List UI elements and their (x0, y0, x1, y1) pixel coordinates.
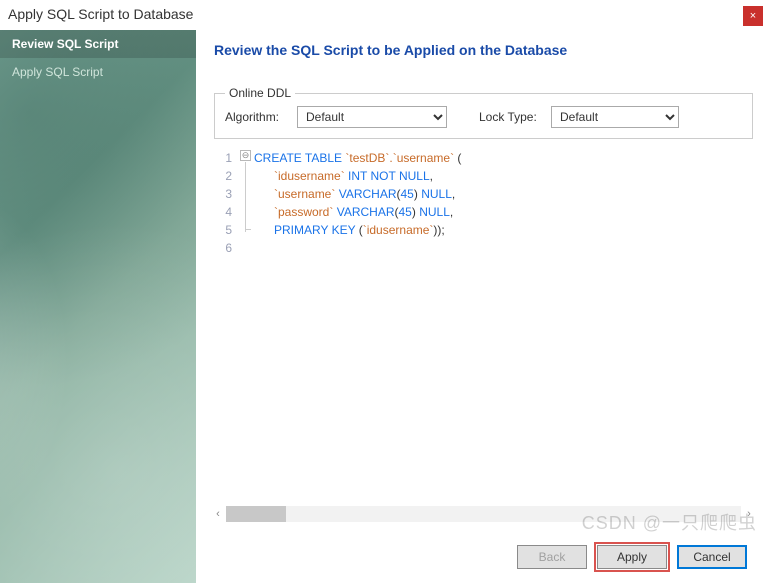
code-token: `idusername` (363, 223, 434, 237)
fold-end (245, 229, 251, 230)
sql-editor[interactable]: 123456 ⊖ CREATE TABLE `testDB`.`username… (214, 149, 753, 257)
online-ddl-legend: Online DDL (225, 86, 295, 100)
code-line: PRIMARY KEY (`idusername`)); (254, 221, 753, 239)
close-button[interactable]: × (743, 6, 763, 26)
cancel-button[interactable]: Cancel (677, 545, 747, 569)
sidebar-item-label: Review SQL Script (12, 37, 118, 51)
code-token: 45 (399, 205, 412, 219)
code-token: `idusername` (274, 169, 345, 183)
line-number: 6 (214, 239, 232, 257)
code-token: )); (433, 223, 444, 237)
fold-toggle-icon[interactable]: ⊖ (240, 150, 251, 161)
algorithm-label: Algorithm: (225, 110, 287, 124)
code-line (254, 239, 753, 257)
code-token: VARCHAR (339, 187, 397, 201)
code-token: VARCHAR (337, 205, 395, 219)
scroll-left-arrow-icon[interactable]: ‹ (210, 506, 226, 522)
fold-gutter: ⊖ (238, 149, 254, 257)
code-token: INT NOT NULL (348, 169, 430, 183)
sidebar-item-apply-sql[interactable]: Apply SQL Script (0, 58, 196, 86)
code-line: `idusername` INT NOT NULL, (254, 167, 753, 185)
code-token: `username` (274, 187, 335, 201)
code-token: ( (454, 151, 461, 165)
code-token: , (452, 187, 455, 201)
back-button: Back (517, 545, 587, 569)
code-token: ( (355, 223, 362, 237)
code-line: CREATE TABLE `testDB`.`username` ( (254, 149, 753, 167)
window-title: Apply SQL Script to Database (8, 6, 193, 22)
code-token: PRIMARY KEY (274, 223, 355, 237)
scroll-track[interactable] (226, 506, 741, 522)
scroll-right-arrow-icon[interactable]: › (741, 506, 757, 522)
sidebar-item-label: Apply SQL Script (12, 65, 103, 79)
sidebar-item-review-sql[interactable]: Review SQL Script (0, 30, 196, 58)
apply-button[interactable]: Apply (597, 545, 667, 569)
line-number: 3 (214, 185, 232, 203)
code-token: , (430, 169, 433, 183)
locktype-select[interactable]: Default (551, 106, 679, 128)
code-token: `password` (274, 205, 333, 219)
online-ddl-fieldset: Online DDL Algorithm: Default Lock Type:… (214, 86, 753, 139)
line-number: 5 (214, 221, 232, 239)
code-token: , (450, 205, 453, 219)
line-number: 1 (214, 149, 232, 167)
fold-line (245, 162, 246, 232)
code-token: CREATE TABLE (254, 151, 342, 165)
page-title: Review the SQL Script to be Applied on t… (214, 42, 753, 58)
code-content[interactable]: CREATE TABLE `testDB`.`username` (`iduse… (254, 149, 753, 257)
line-number-gutter: 123456 (214, 149, 238, 257)
scroll-thumb[interactable] (226, 506, 286, 522)
line-number: 4 (214, 203, 232, 221)
code-line: `password` VARCHAR(45) NULL, (254, 203, 753, 221)
code-line: `username` VARCHAR(45) NULL, (254, 185, 753, 203)
line-number: 2 (214, 167, 232, 185)
locktype-label: Lock Type: (479, 110, 541, 124)
code-token: `testDB`.`username` (345, 151, 454, 165)
code-token: NULL (419, 205, 450, 219)
algorithm-select[interactable]: Default (297, 106, 447, 128)
code-token: 45 (401, 187, 414, 201)
horizontal-scrollbar[interactable]: ‹ › (210, 503, 757, 525)
wizard-sidebar: Review SQL Script Apply SQL Script (0, 30, 196, 583)
code-token: NULL (421, 187, 452, 201)
